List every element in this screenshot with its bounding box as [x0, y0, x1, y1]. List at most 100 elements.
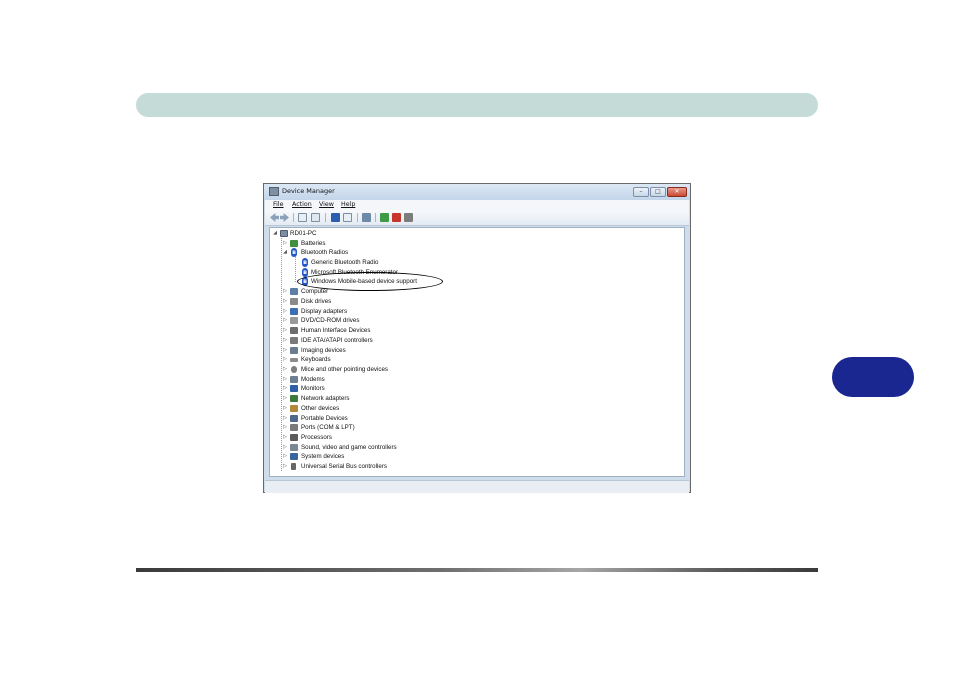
item-label: Generic Bluetooth Radio: [311, 259, 379, 266]
item-label: Modems: [301, 376, 325, 383]
expand-arrow-icon[interactable]: ▷: [282, 463, 288, 469]
expand-arrow-icon[interactable]: ▷: [282, 415, 288, 421]
item-label: Ports (COM & LPT): [301, 424, 355, 431]
help-icon[interactable]: [331, 213, 340, 222]
item-label: Imaging devices: [301, 347, 346, 354]
show-hide-console-tree-icon[interactable]: [298, 213, 307, 222]
window-title: Device Manager: [282, 187, 335, 195]
dvd-drive-icon: [290, 317, 298, 324]
menu-view[interactable]: View: [319, 201, 334, 208]
item-label: Disk drives: [301, 298, 332, 305]
item-label: Sound, video and game controllers: [301, 444, 397, 451]
expand-arrow-icon[interactable]: ▷: [282, 405, 288, 411]
expand-arrow-icon[interactable]: ▷: [282, 444, 288, 450]
display-adapter-icon: [290, 308, 298, 315]
menu-help[interactable]: Help: [341, 201, 355, 208]
properties-icon[interactable]: [311, 213, 320, 222]
expand-arrow-icon[interactable]: ▷: [282, 288, 288, 294]
expand-arrow-icon[interactable]: ▷: [282, 385, 288, 391]
expand-arrow-icon[interactable]: ▷: [282, 376, 288, 382]
expand-arrow-icon[interactable]: ▷: [282, 240, 288, 246]
item-label: Keyboards: [301, 356, 331, 363]
item-label: Mice and other pointing devices: [301, 366, 389, 373]
toolbar-separator: [325, 213, 326, 222]
maximize-button[interactable]: □: [650, 187, 666, 197]
usb-icon: [291, 463, 296, 470]
toolbar-separator: [293, 213, 294, 222]
expand-arrow-icon[interactable]: ▷: [282, 317, 288, 323]
item-label: Display adapters: [301, 308, 348, 315]
device-manager-icon: [269, 187, 279, 196]
back-arrow-icon[interactable]: [270, 213, 279, 222]
expand-arrow-icon[interactable]: ▷: [282, 434, 288, 440]
system-device-icon: [290, 453, 298, 460]
item-label: Universal Serial Bus controllers: [301, 463, 387, 470]
disable-device-icon[interactable]: [404, 213, 413, 222]
processor-icon: [290, 434, 298, 441]
item-label: IDE ATA/ATAPI controllers: [301, 337, 373, 344]
sound-icon: [290, 444, 298, 451]
root-label: RD01-PC: [290, 230, 317, 237]
item-label: Other devices: [301, 405, 340, 412]
collapse-arrow-icon[interactable]: ◢: [282, 249, 288, 255]
bluetooth-icon: ʙ: [302, 258, 308, 267]
toolbar-separator: [357, 213, 358, 222]
expand-arrow-icon[interactable]: ▷: [282, 298, 288, 304]
imaging-device-icon: [290, 347, 298, 354]
item-label: Processors: [301, 434, 332, 441]
battery-icon: [290, 240, 298, 247]
mouse-icon: [291, 366, 297, 373]
network-adapter-icon: [290, 395, 298, 402]
other-devices-icon: [290, 405, 298, 412]
modem-icon: [290, 376, 298, 383]
toolbar: [265, 210, 689, 226]
item-label: Bluetooth Radios: [301, 249, 349, 256]
menu-action[interactable]: Action: [292, 201, 312, 208]
tree-connector: [295, 257, 296, 282]
item-label: Computer: [301, 288, 329, 295]
item-label: System devices: [301, 453, 345, 460]
title-bar[interactable]: Device Manager – □ ✕: [264, 184, 690, 200]
expand-arrow-icon[interactable]: ▷: [282, 308, 288, 314]
uninstall-icon[interactable]: [392, 213, 401, 222]
item-label: Batteries: [301, 240, 326, 247]
expand-arrow-icon[interactable]: ▷: [282, 424, 288, 430]
close-button[interactable]: ✕: [667, 187, 687, 197]
port-icon: [290, 424, 298, 431]
expand-arrow-icon[interactable]: ▷: [282, 453, 288, 459]
minimize-button[interactable]: –: [633, 187, 649, 197]
expand-arrow-icon[interactable]: ▷: [282, 366, 288, 372]
menu-file[interactable]: File: [273, 201, 284, 208]
device-manager-window: Device Manager – □ ✕ File Action View He…: [263, 183, 691, 493]
computer-icon: [280, 230, 288, 237]
status-bar: [265, 480, 689, 493]
menu-bar: File Action View Help: [265, 200, 689, 210]
chapter-tab: [832, 357, 914, 397]
expand-arrow-icon[interactable]: ▷: [282, 347, 288, 353]
hid-icon: [290, 327, 298, 334]
item-label: Human Interface Devices: [301, 327, 371, 334]
monitor-icon: [290, 385, 298, 392]
expand-arrow-icon[interactable]: ▷: [282, 356, 288, 362]
update-driver-icon[interactable]: [380, 213, 389, 222]
expand-arrow-icon[interactable]: ▷: [282, 327, 288, 333]
item-label: Portable Devices: [301, 415, 348, 422]
toolbar-separator: [375, 213, 376, 222]
item-label: Network adapters: [301, 395, 350, 402]
collapse-arrow-icon[interactable]: ◢: [272, 230, 278, 236]
computer-icon: [290, 288, 298, 295]
expand-arrow-icon[interactable]: ▷: [282, 395, 288, 401]
footer-rule: [136, 568, 818, 572]
disk-drive-icon: [290, 298, 298, 305]
item-label: Monitors: [301, 385, 325, 392]
forward-arrow-icon[interactable]: [280, 213, 289, 222]
device-tree: ◢ RD01-PC ▷ Batteries ◢ ʙ Bluetooth Radi…: [269, 227, 685, 477]
item-label: DVD/CD-ROM drives: [301, 317, 360, 324]
bluetooth-icon: ʙ: [291, 248, 297, 257]
show-action-pane-icon[interactable]: [343, 213, 352, 222]
page-header-bar: [136, 93, 818, 117]
ide-controller-icon: [290, 337, 298, 344]
scan-hardware-changes-icon[interactable]: [362, 213, 371, 222]
expand-arrow-icon[interactable]: ▷: [282, 337, 288, 343]
portable-device-icon: [290, 415, 298, 422]
